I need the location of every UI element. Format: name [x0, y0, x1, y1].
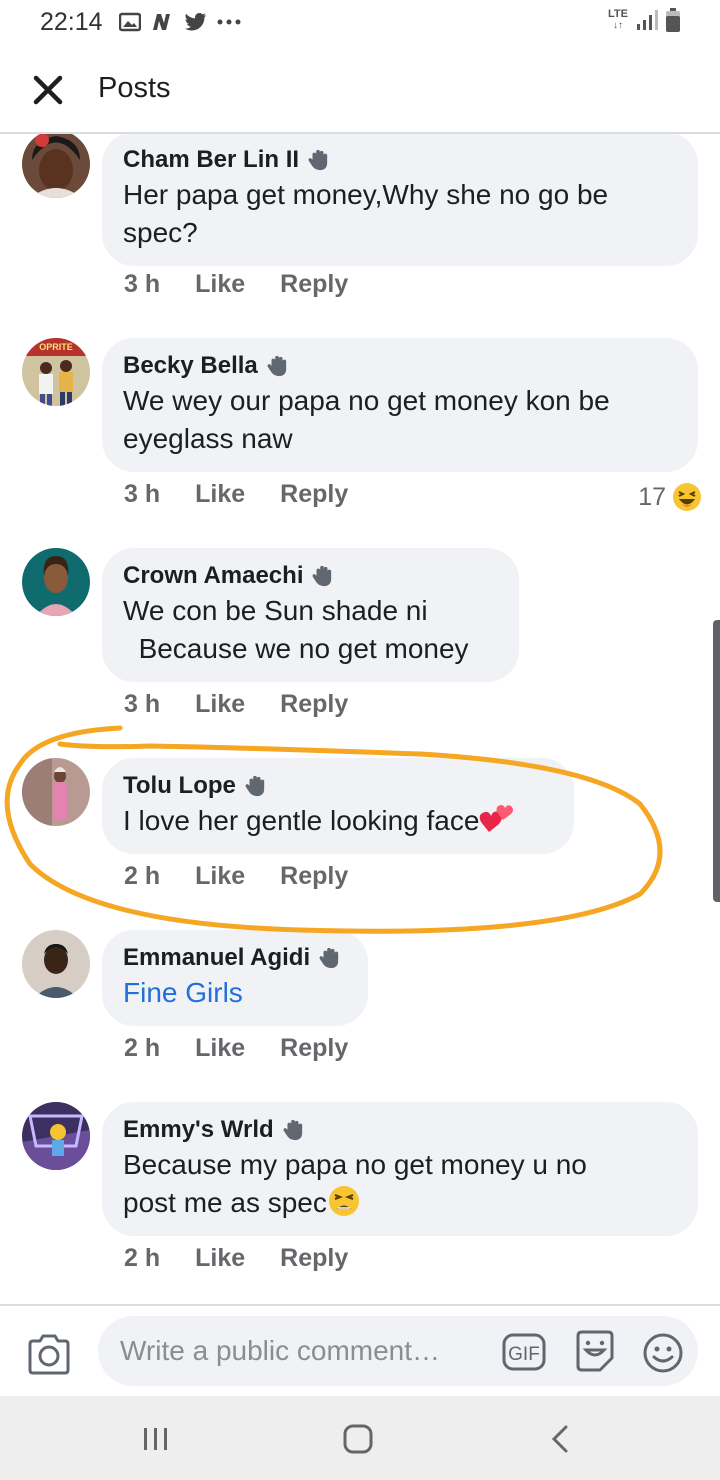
image-icon [118, 12, 141, 32]
comment-author[interactable]: Emmanuel Agidi [123, 942, 346, 974]
comment-bubble[interactable]: Tolu Lope I love her gentle looking face [102, 758, 574, 854]
comment-time[interactable]: 3 h [124, 270, 160, 299]
like-button[interactable]: Like [195, 480, 245, 509]
gif-label: GIF [508, 1344, 540, 1365]
avatar[interactable] [22, 1102, 90, 1170]
avatar[interactable] [22, 930, 90, 998]
comments-list[interactable]: Cham Ber Lin II Her papa get money,Why s… [0, 134, 720, 1304]
page-title: Posts [98, 72, 171, 104]
comment-bubble[interactable]: Emmanuel Agidi Fine Girls [102, 930, 368, 1026]
comment-author[interactable]: Becky Bella [123, 350, 676, 382]
twitter-icon [184, 13, 206, 31]
comment-actions: 2 h Like Reply [124, 1034, 348, 1063]
reaction-count: 17 [638, 482, 666, 511]
comment-author[interactable]: Emmy's Wrld [123, 1114, 676, 1146]
back-icon[interactable] [548, 1424, 572, 1454]
waving-hand-icon [313, 565, 332, 587]
system-nav-bar [0, 1396, 720, 1480]
comment-author[interactable]: Crown Amaechi [123, 560, 497, 592]
waving-hand-icon [319, 947, 339, 969]
comment-time[interactable]: 2 h [124, 862, 160, 891]
svg-text:OPRITE: OPRITE [39, 342, 73, 352]
comment-text: Because my papa no get money u no post m… [123, 1149, 587, 1218]
like-button[interactable]: Like [195, 690, 245, 719]
close-icon[interactable] [30, 72, 66, 108]
signal-icon [637, 10, 658, 30]
reply-button[interactable]: Reply [280, 480, 348, 509]
comment-actions: 3 h Like Reply [124, 270, 348, 299]
battery-icon [666, 8, 680, 32]
tired-face-icon [328, 1186, 359, 1216]
avatar[interactable]: OPRITE [22, 338, 90, 406]
waving-hand-icon [267, 355, 286, 377]
reply-button[interactable]: Reply [280, 1034, 348, 1063]
recent-apps-icon[interactable] [140, 1426, 172, 1452]
avatar[interactable] [22, 548, 90, 616]
comment-actions: 2 h Like Reply [124, 862, 348, 891]
comment-composer: GIF [0, 1304, 720, 1396]
comment-bubble[interactable]: Cham Ber Lin II Her papa get money,Why s… [102, 134, 698, 266]
comment-text: We con be Sun shade ni Because we no get… [123, 595, 469, 664]
comment-bubble[interactable]: Emmy's Wrld Because my papa no get money… [102, 1102, 698, 1236]
like-button[interactable]: Like [195, 1034, 245, 1063]
home-icon[interactable] [342, 1424, 374, 1454]
waving-hand-icon [245, 775, 265, 797]
sticker-icon[interactable] [572, 1328, 616, 1374]
comment-actions: 2 h Like Reply [124, 1244, 348, 1273]
waving-hand-icon [308, 149, 328, 171]
comment-bubble[interactable]: Crown Amaechi We con be Sun shade ni Bec… [102, 548, 519, 682]
comment-text: Her papa get money,Why she no go be spec… [123, 179, 609, 248]
app-header: Posts [0, 44, 720, 134]
status-bar: 22:14 LTE ↓↑ [0, 0, 720, 44]
system-icons: LTE ↓↑ [608, 8, 680, 32]
waving-hand-icon [283, 1119, 302, 1141]
comment-time[interactable]: 3 h [124, 690, 160, 719]
notification-icons [118, 12, 241, 32]
gif-button[interactable]: GIF [502, 1332, 546, 1372]
avatar[interactable] [22, 758, 90, 826]
comment-time[interactable]: 3 h [124, 480, 160, 509]
reply-button[interactable]: Reply [280, 1244, 348, 1273]
status-time: 22:14 [40, 7, 103, 36]
reply-button[interactable]: Reply [280, 862, 348, 891]
tag-link[interactable]: Fine Girls [123, 974, 346, 1012]
laughing-face-icon [673, 483, 701, 511]
reply-button[interactable]: Reply [280, 270, 348, 299]
like-button[interactable]: Like [195, 862, 245, 891]
reaction-summary[interactable]: 17 [638, 482, 702, 512]
comment-actions: 3 h Like Reply [124, 690, 348, 719]
comment-author[interactable]: Tolu Lope [123, 770, 552, 802]
like-button[interactable]: Like [195, 1244, 245, 1273]
scrollbar[interactable] [713, 620, 720, 902]
emoji-icon[interactable] [642, 1332, 684, 1374]
comment-bubble[interactable]: Becky Bella We wey our papa no get money… [102, 338, 698, 472]
comment-text: We wey our papa no get money kon be eyeg… [123, 385, 610, 454]
like-button[interactable]: Like [195, 270, 245, 299]
network-type: LTE ↓↑ [608, 8, 628, 32]
comment-author[interactable]: Cham Ber Lin II [123, 144, 676, 176]
reply-button[interactable]: Reply [280, 690, 348, 719]
more-dots-icon [217, 19, 241, 25]
news-icon [152, 14, 170, 30]
comment-actions: 3 h Like Reply [124, 480, 348, 509]
comment-time[interactable]: 2 h [124, 1244, 160, 1273]
comment-time[interactable]: 2 h [124, 1034, 160, 1063]
comment-text: I love her gentle looking face [123, 802, 552, 840]
avatar[interactable] [22, 134, 90, 198]
camera-icon[interactable] [26, 1332, 72, 1376]
two-hearts-icon [480, 805, 514, 832]
